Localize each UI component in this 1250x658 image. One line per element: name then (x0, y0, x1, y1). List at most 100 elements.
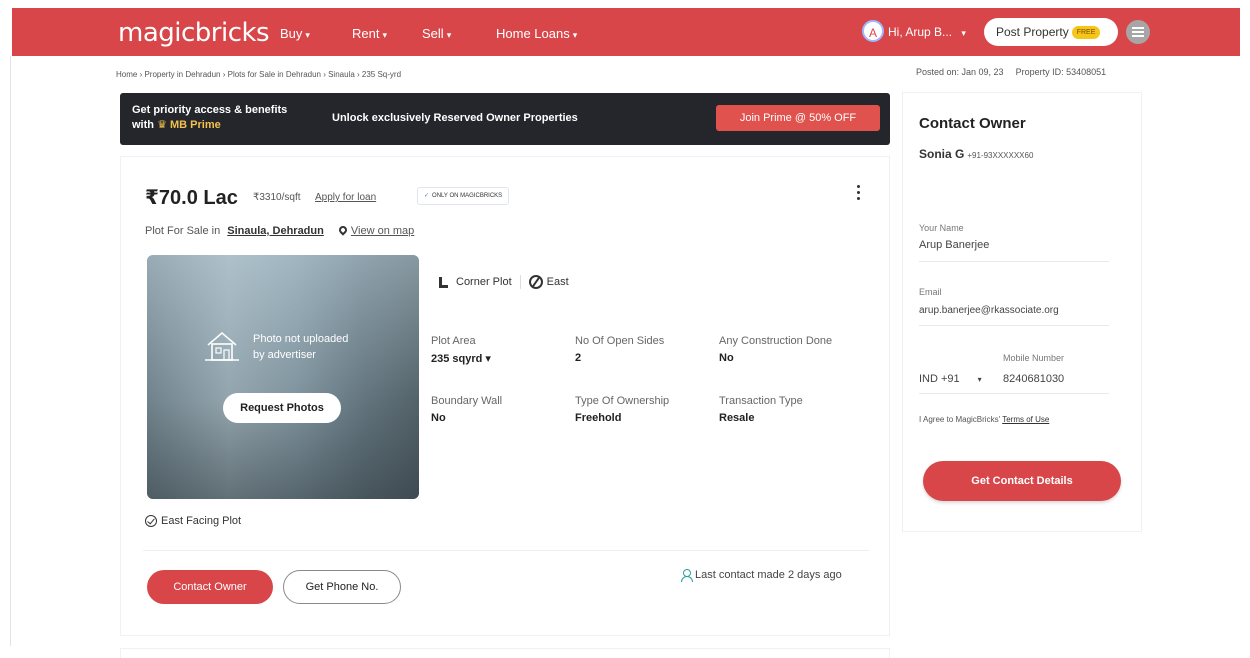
last-contact-info: Last contact made 2 days ago (681, 569, 842, 583)
spec-boundary-wall: Boundary Wall No (431, 395, 571, 424)
spec-label: No Of Open Sides (575, 335, 665, 347)
feature-chips: Corner Plot East (439, 275, 569, 289)
facing-chip: East (546, 275, 569, 288)
spec-open-sides: No Of Open Sides 2 (575, 335, 715, 364)
nav-buy-label: Buy (280, 26, 303, 41)
photo-text-line-1: Photo not uploaded (253, 333, 349, 345)
crown-icon: ♛ (157, 119, 167, 131)
email-field[interactable]: arup.banerjee@rkassociate.org (919, 305, 1059, 316)
compass-icon (528, 275, 543, 289)
email-field-label: Email (919, 287, 942, 297)
mobile-field[interactable]: 8240681030 (1003, 373, 1064, 385)
terms-agreement: I Agree to MagicBricks' Terms of Use (919, 415, 1049, 424)
listing-meta: Posted on: Jan 09, 23 Property ID: 534080… (916, 67, 1106, 77)
owner-info: Sonia G +91-93XXXXXX60 (919, 147, 1033, 161)
chevron-down-icon: ▾ (305, 30, 310, 40)
prime-line-1: Get priority access & benefits (132, 104, 288, 116)
photo-not-uploaded-text: Photo not uploaded by advertiser (253, 331, 348, 363)
name-field[interactable]: Arup Banerjee (919, 239, 989, 251)
magicbricks-logo[interactable]: magicbricks (118, 18, 270, 48)
plot-location-line: Plot For Sale in Sinaula, Dehradun View … (145, 224, 414, 237)
only-on-magicbricks-badge: ✓ ONLY ON MAGICBRICKS (417, 187, 510, 205)
request-photos-button[interactable]: Request Photos (223, 393, 341, 423)
user-avatar[interactable]: A (862, 20, 884, 42)
terms-of-use-link[interactable]: Terms of Use (1002, 415, 1049, 424)
breadcrumb[interactable]: Home › Property in Dehradun › Plots for … (116, 70, 401, 79)
country-code-select[interactable]: IND +91 ▾ (919, 373, 982, 385)
chevron-down-icon: ▾ (961, 28, 966, 38)
contact-owner-button[interactable]: Contact Owner (147, 570, 273, 604)
view-on-map-link[interactable]: View on map (351, 225, 414, 237)
spec-construction-done: Any Construction Done No (719, 335, 859, 364)
page-left-border (10, 56, 11, 646)
check-icon: ✓ (424, 193, 430, 199)
get-contact-details-button[interactable]: Get Contact Details (923, 461, 1121, 501)
spec-value: No (719, 352, 734, 364)
spec-value: No (431, 412, 446, 424)
last-contact-text: Last contact made 2 days ago (695, 569, 842, 581)
country-code-value: IND +91 (919, 373, 960, 385)
post-property-label: Post Property (996, 25, 1069, 39)
spec-label: Boundary Wall (431, 395, 503, 407)
next-listing-card (120, 648, 890, 658)
price-per-sqft: ₹3310/sqft (253, 192, 301, 203)
nav-home-loans[interactable]: Home Loans ▾ (496, 26, 577, 41)
prime-benefits-text: Get priority access & benefits with ♛ MB… (132, 103, 287, 133)
mobile-field-label: Mobile Number (1003, 353, 1065, 363)
spec-label: Transaction Type (719, 395, 803, 407)
spec-value: Freehold (575, 412, 622, 424)
name-field-label: Your Name (919, 223, 964, 233)
spec-plot-area: Plot Area 235 sqyrd ▾ (431, 335, 571, 365)
house-icon (205, 331, 239, 361)
check-circle-icon (145, 515, 157, 528)
user-greeting[interactable]: Hi, Arup B... ▾ (888, 25, 966, 39)
spec-transaction-type: Transaction Type Resale (719, 395, 859, 424)
spec-value: 2 (575, 352, 582, 364)
listing-price: ₹70.0 Lac (145, 187, 238, 209)
spec-value: Resale (719, 412, 755, 424)
owner-name: Sonia G (919, 147, 965, 161)
get-phone-button[interactable]: Get Phone No. (283, 570, 401, 604)
photo-text-line-2: by advertiser (253, 349, 316, 361)
card-divider (143, 550, 869, 551)
owner-phone: +91-93XXXXXX60 (967, 151, 1034, 160)
property-photo-placeholder: Photo not uploaded by advertiser Request… (147, 255, 419, 499)
email-field-underline (919, 325, 1109, 326)
chevron-down-icon: ▾ (382, 30, 387, 40)
hamburger-menu-icon[interactable] (1126, 20, 1150, 44)
spec-value[interactable]: 235 sqyrd ▾ (431, 352, 571, 365)
east-facing-highlight: East Facing Plot (145, 515, 242, 528)
nav-sell-label: Sell (422, 26, 444, 41)
spec-label: Type Of Ownership (575, 395, 670, 407)
posted-date: Posted on: Jan 09, 23 (916, 67, 1004, 77)
greeting-text: Hi, Arup B... (888, 25, 953, 39)
more-options-icon[interactable] (857, 185, 863, 203)
highlight-text: East Facing Plot (161, 515, 242, 527)
nav-rent[interactable]: Rent ▾ (352, 26, 387, 41)
corner-plot-chip: Corner Plot (456, 275, 512, 288)
chevron-down-icon: ▾ (446, 30, 452, 40)
spec-label: Plot Area (431, 335, 476, 347)
listing-card: ₹70.0 Lac ₹3310/sqft Apply for loan ✓ ONL… (120, 156, 890, 636)
prime-brand: MB Prime (170, 119, 221, 131)
plot-for-sale-text: Plot For Sale in (145, 225, 221, 237)
join-prime-button[interactable]: Join Prime @ 50% OFF (716, 105, 880, 131)
prime-unlock-text: Unlock exclusively Reserved Owner Proper… (332, 112, 578, 124)
nav-rent-label: Rent (352, 26, 380, 41)
nav-home-loans-label: Home Loans (496, 26, 570, 41)
only-badge-text: ONLY ON MAGICBRICKS (432, 193, 503, 199)
contact-owner-panel: Contact Owner Sonia G +91-93XXXXXX60 Your… (902, 92, 1142, 532)
mobile-field-underline (919, 393, 1109, 394)
property-id: Property ID: 53408051 (1015, 67, 1107, 77)
chevron-down-icon: ▾ (572, 30, 578, 40)
map-pin-icon (337, 224, 349, 236)
top-nav-bar: magicbricks Buy ▾ Rent ▾ Sell ▾ Home Loans ▾… (12, 8, 1240, 56)
nav-sell[interactable]: Sell ▾ (422, 26, 451, 41)
person-icon (681, 569, 693, 583)
nav-buy[interactable]: Buy ▾ (280, 26, 310, 41)
locality-link[interactable]: Sinaula, Dehradun (227, 225, 324, 237)
post-property-button[interactable]: Post Property FREE (984, 18, 1118, 46)
name-field-underline (919, 261, 1109, 262)
free-badge: FREE (1071, 26, 1101, 40)
apply-for-loan-link[interactable]: Apply for loan (315, 192, 376, 203)
